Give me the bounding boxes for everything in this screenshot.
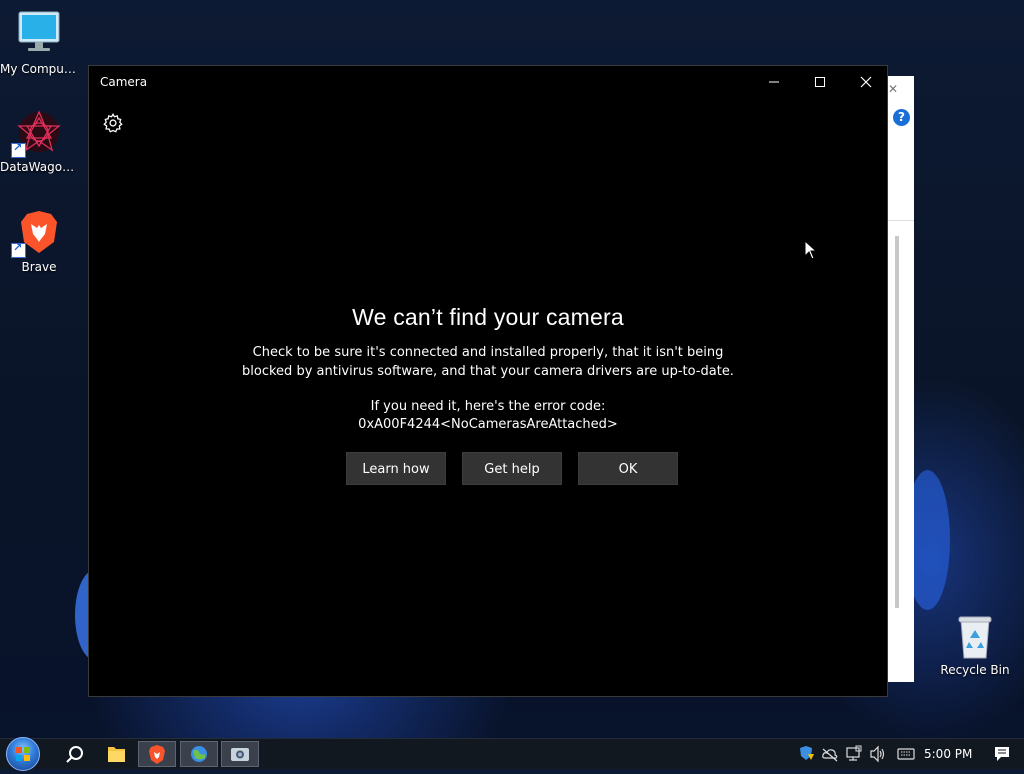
camera-icon xyxy=(231,748,249,761)
cloud-off-icon xyxy=(822,748,838,762)
taskbar-clock[interactable]: 5:00 PM xyxy=(924,747,972,761)
window-title: Camera xyxy=(100,75,148,89)
desktop-icon-label: My Computer xyxy=(0,62,78,76)
desktop-icon-datawagon[interactable]: DataWagon... xyxy=(0,108,78,174)
windows-logo-icon xyxy=(16,747,30,761)
get-help-button[interactable]: Get help xyxy=(462,452,562,485)
scrollbar[interactable] xyxy=(895,236,899,608)
mouse-cursor-icon xyxy=(804,240,818,260)
recycle-bin-label: Recycle Bin xyxy=(940,663,1010,677)
shortcut-arrow-icon xyxy=(11,141,26,158)
desktop-icon-recycle-bin[interactable]: Recycle Bin xyxy=(940,614,1010,677)
button-row: Learn how Get help OK xyxy=(346,452,686,485)
taskbar-brave-button[interactable] xyxy=(138,741,176,767)
tray-cloud-icon[interactable] xyxy=(820,739,840,769)
error-code-label: If you need it, here's the error code: xyxy=(370,399,606,414)
search-button[interactable] xyxy=(56,741,94,767)
brave-icon xyxy=(149,745,165,764)
tray-network-icon[interactable] xyxy=(844,739,864,769)
browser-icon xyxy=(191,746,207,762)
notification-icon xyxy=(995,747,1009,761)
datawagon-icon xyxy=(11,108,63,158)
tray-volume-icon[interactable] xyxy=(868,739,888,769)
maximize-icon xyxy=(815,77,825,87)
close-icon xyxy=(860,76,872,88)
shield-warning-icon xyxy=(800,746,814,760)
close-icon[interactable]: ✕ xyxy=(888,82,898,96)
settings-button[interactable] xyxy=(102,112,124,134)
error-heading: We can’t find your camera xyxy=(352,304,624,330)
desktop-icon-label: Brave xyxy=(21,260,57,274)
monitor-icon xyxy=(15,10,63,58)
close-button[interactable] xyxy=(843,66,889,98)
error-body: Check to be sure it's connected and inst… xyxy=(242,345,734,379)
tray-security-icon[interactable] xyxy=(796,739,816,769)
ok-button[interactable]: OK xyxy=(578,452,678,485)
folder-icon xyxy=(108,747,125,762)
file-explorer-button[interactable] xyxy=(97,741,135,767)
gear-icon xyxy=(103,113,123,133)
taskbar-camera-button[interactable] xyxy=(221,741,259,767)
network-icon xyxy=(846,745,862,761)
desktop-icon-label: DataWagon... xyxy=(0,160,78,174)
speaker-icon xyxy=(870,745,885,763)
start-button[interactable] xyxy=(6,737,40,771)
help-icon[interactable]: ? xyxy=(893,109,910,126)
taskbar: 5:00 PM xyxy=(0,737,1024,771)
brave-lion-icon xyxy=(11,208,63,258)
recycle-bin-icon xyxy=(958,616,992,659)
keyboard-icon xyxy=(897,748,915,760)
action-center-button[interactable] xyxy=(992,739,1012,769)
desktop-icon-brave[interactable]: Brave xyxy=(0,208,78,274)
title-bar[interactable]: Camera xyxy=(89,66,887,100)
shortcut-arrow-icon xyxy=(11,241,26,258)
minimize-icon xyxy=(769,81,779,83)
tray-keyboard-icon[interactable] xyxy=(896,739,916,769)
maximize-button[interactable] xyxy=(797,66,843,98)
taskbar-browser-button[interactable] xyxy=(180,741,218,767)
learn-how-button[interactable]: Learn how xyxy=(346,452,446,485)
desktop-icon-my-computer[interactable]: My Computer xyxy=(0,10,78,76)
camera-window: Camera We can’t find your camera Check t… xyxy=(88,65,888,697)
error-message: We can’t find your camera Check to be su… xyxy=(89,304,887,434)
search-icon xyxy=(66,746,83,763)
error-code: 0xA00F4244<NoCamerasAreAttached> xyxy=(358,417,618,432)
minimize-button[interactable] xyxy=(751,66,797,98)
